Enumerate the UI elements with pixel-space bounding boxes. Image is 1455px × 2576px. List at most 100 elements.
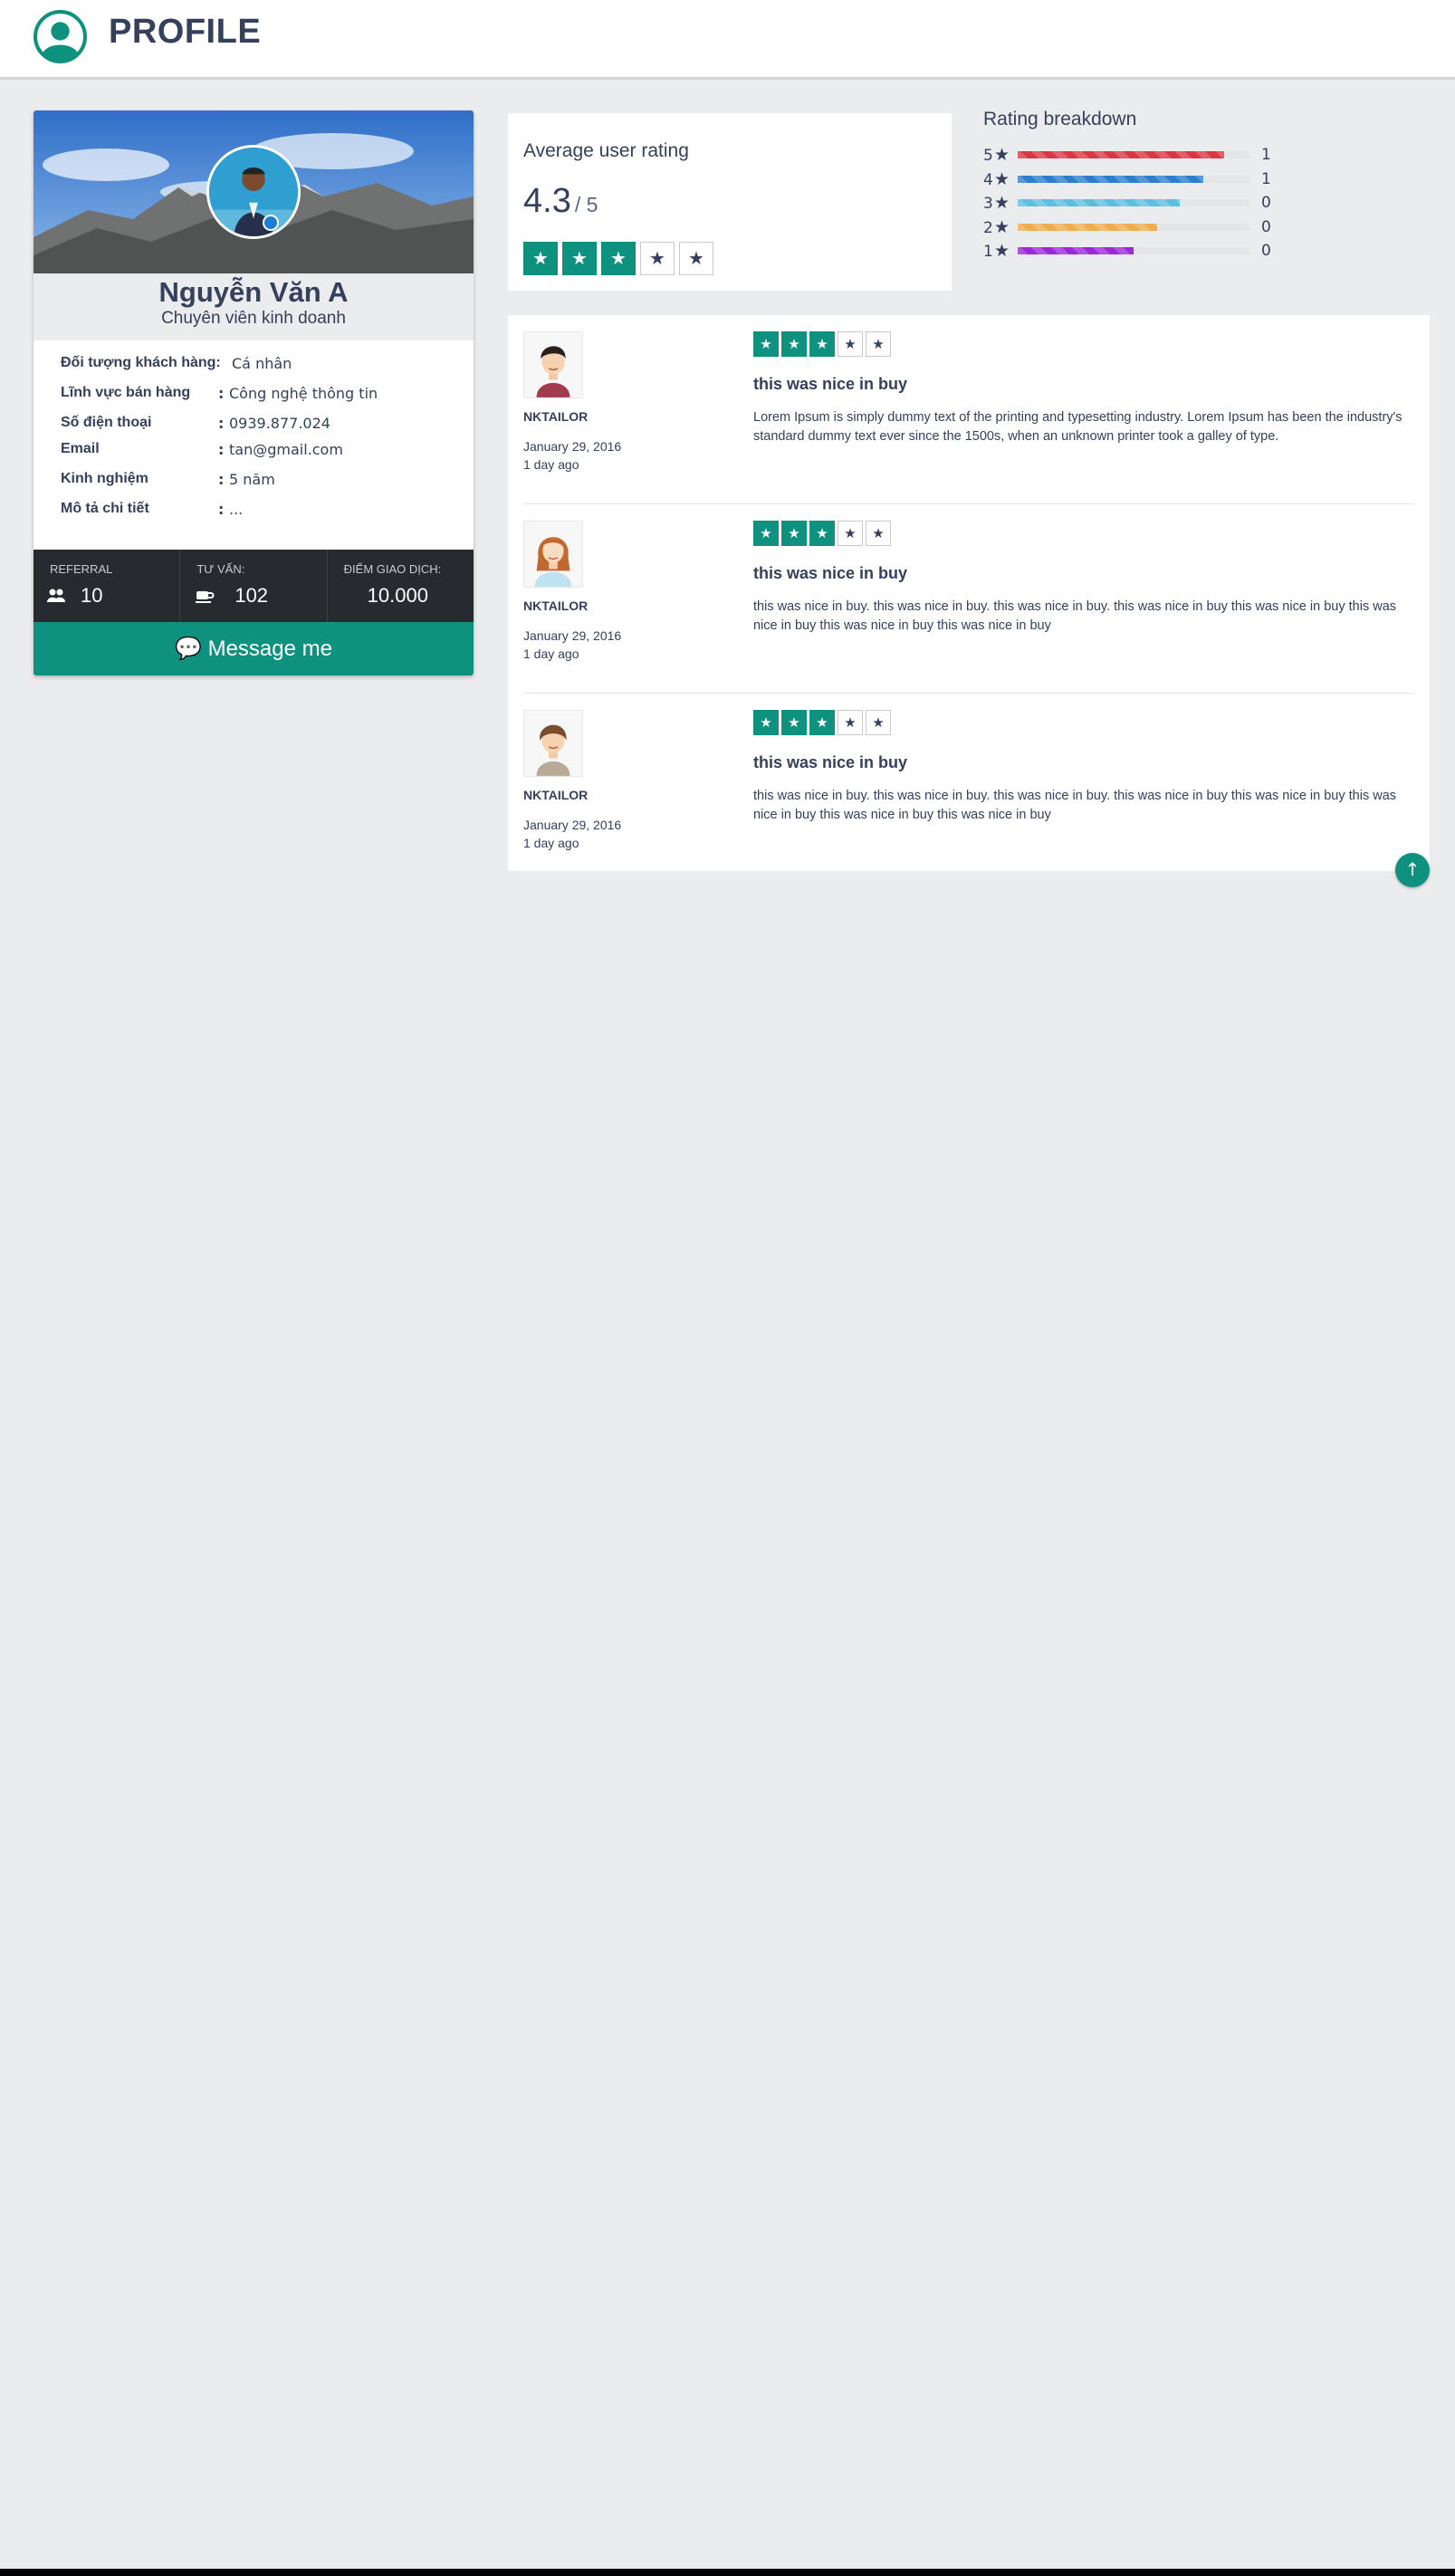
- breakdown-count: 1: [1261, 146, 1271, 164]
- profile-card: Nguyễn Văn A Chuyên viên kinh doanh Đối …: [34, 110, 474, 675]
- stat-points: ĐIỂM GIAO DỊCH: 10.000: [328, 550, 474, 622]
- score-out-of: / 5: [574, 193, 598, 216]
- info-value: Cá nhân: [232, 355, 292, 372]
- star-icon: ★: [866, 521, 891, 546]
- breakdown-stars-label: 2: [983, 218, 993, 237]
- star-icon: ★: [838, 331, 863, 357]
- star-icon: ★: [994, 168, 1010, 189]
- breakdown-count: 0: [1261, 242, 1271, 260]
- profile-info: Đối tượng khách hàng: Cá nhân Lĩnh vực b…: [61, 355, 459, 531]
- star-icon: ★: [781, 331, 807, 357]
- info-label: Kinh nghiệm: [61, 471, 148, 486]
- stat-consult: TƯ VẤN: 102: [180, 550, 328, 622]
- info-label: Lĩnh vực bán hàng: [61, 385, 191, 400]
- breakdown-count: 0: [1261, 217, 1271, 236]
- breakdown-bar-fill: [1018, 247, 1134, 254]
- breakdown-row: 5 ★ 1: [983, 145, 1291, 167]
- star-icon: ★: [809, 331, 835, 357]
- review-ago: 1 day ago: [523, 646, 579, 661]
- avatar: [206, 145, 301, 239]
- comments-icon: 💬: [175, 637, 202, 661]
- breakdown-count: 1: [1261, 169, 1271, 188]
- stat-referral: REFERRAL 10: [34, 550, 181, 622]
- breakdown-bar-fill: [1018, 151, 1224, 158]
- info-label: Số điện thoại: [61, 415, 152, 430]
- arrow-up-icon: ↑: [1404, 858, 1421, 880]
- stats-bar: REFERRAL 10 TƯ VẤN: 102 ĐIỂM GIAO DỊCH: …: [34, 550, 474, 622]
- reviews-list: NKTAILOR January 29, 2016 1 day ago ★ ★ ★ ★ ★ th…: [508, 315, 1430, 871]
- star-icon: ★: [753, 331, 779, 357]
- average-score: 4.3/ 5: [523, 182, 598, 221]
- review-stars: ★ ★ ★ ★ ★: [753, 331, 891, 357]
- info-value: ...: [229, 501, 244, 518]
- average-rating-label: Average user rating: [523, 140, 689, 161]
- star-icon: ★: [994, 216, 1010, 237]
- verified-icon: [263, 215, 279, 231]
- coffee-icon: [196, 591, 215, 603]
- review-title: this was nice in buy: [753, 753, 908, 771]
- review-body: Lorem Ipsum is simply dummy text of the …: [753, 410, 1402, 444]
- info-colon: :: [218, 385, 225, 402]
- profile-name: Nguyễn Văn A: [158, 276, 349, 308]
- reviewer-avatar: [523, 710, 583, 777]
- info-row-sales-field: Lĩnh vực bán hàng : Công nghệ thông tin: [61, 385, 459, 415]
- user-circle-icon: [34, 10, 87, 63]
- breakdown-bar-fill: [1018, 223, 1157, 231]
- star-icon: ★: [679, 242, 713, 275]
- review-author[interactable]: NKTAILOR: [523, 409, 588, 424]
- users-icon: [47, 589, 65, 602]
- profile-role: Chuyên viên kinh doanh: [161, 309, 346, 328]
- star-icon: ★: [781, 710, 807, 735]
- info-row-experience: Kinh nghiệm : 5 năm: [61, 471, 459, 501]
- star-icon: ★: [838, 521, 863, 546]
- name-box: Nguyễn Văn A Chuyên viên kinh doanh: [34, 273, 474, 340]
- star-icon: ★: [994, 241, 1010, 261]
- info-colon: :: [218, 415, 225, 432]
- star-icon: ★: [640, 242, 675, 275]
- stat-value: 102: [235, 584, 269, 607]
- info-value[interactable]: tan@gmail.com: [229, 441, 343, 458]
- review-body: this was nice in buy. this was nice in b…: [753, 789, 1397, 822]
- breakdown-bar-fill: [1018, 199, 1181, 206]
- star-icon: ★: [601, 242, 636, 275]
- review-item: NKTAILOR January 29, 2016 1 day ago ★ ★ ★ ★ ★ th…: [508, 504, 1430, 694]
- info-row-description: Mô tả chi tiết : ...: [61, 501, 459, 531]
- breakdown-row: 1 ★ 0: [983, 241, 1291, 263]
- star-icon: ★: [994, 193, 1010, 213]
- stat-label: ĐIỂM GIAO DỊCH:: [343, 562, 442, 576]
- scroll-to-top-button[interactable]: ↑: [1395, 853, 1430, 887]
- star-icon: ★: [523, 242, 558, 275]
- star-icon: ★: [866, 710, 891, 735]
- breakdown-bar-fill: [1018, 175, 1203, 183]
- score-value: 4.3: [523, 182, 571, 220]
- bottom-bar: [0, 2569, 1455, 2576]
- review-item: NKTAILOR January 29, 2016 1 day ago ★ ★ ★ ★ ★ th…: [508, 694, 1430, 883]
- breakdown-stars-label: 5: [983, 147, 993, 165]
- review-body: this was nice in buy. this was nice in b…: [753, 599, 1397, 633]
- info-colon: :: [218, 501, 225, 518]
- info-value: 0939.877.024: [229, 415, 330, 432]
- star-icon: ★: [994, 145, 1010, 165]
- breakdown-bar-track: [1018, 151, 1249, 158]
- review-ago: 1 day ago: [523, 836, 579, 850]
- review-author[interactable]: NKTAILOR: [523, 599, 588, 613]
- info-label: Đối tượng khách hàng:: [61, 355, 221, 370]
- stat-value: 10.000: [367, 584, 428, 607]
- review-date: January 29, 2016: [523, 818, 622, 832]
- review-stars: ★ ★ ★ ★ ★: [753, 521, 891, 546]
- average-rating-panel: Average user rating 4.3/ 5 ★ ★ ★ ★ ★: [508, 113, 952, 291]
- breakdown-stars-label: 3: [983, 195, 993, 213]
- star-icon: ★: [562, 242, 597, 275]
- star-icon: ★: [753, 710, 779, 735]
- star-icon: ★: [809, 710, 835, 735]
- info-value: 5 năm: [229, 471, 275, 488]
- breakdown-count: 0: [1261, 194, 1271, 212]
- review-ago: 1 day ago: [523, 457, 579, 472]
- message-button[interactable]: 💬 Message me: [34, 622, 474, 675]
- star-icon: ★: [781, 521, 807, 546]
- review-item: NKTAILOR January 29, 2016 1 day ago ★ ★ ★ ★ ★ th…: [508, 315, 1430, 504]
- rating-breakdown: Rating breakdown 5 ★ 1 4 ★ 1 3 ★ 0 2 ★ 0 1 ★ 0: [983, 109, 1300, 272]
- review-author[interactable]: NKTAILOR: [523, 788, 588, 802]
- breakdown-row: 3 ★ 0: [983, 193, 1291, 215]
- review-stars: ★ ★ ★ ★ ★: [753, 710, 891, 735]
